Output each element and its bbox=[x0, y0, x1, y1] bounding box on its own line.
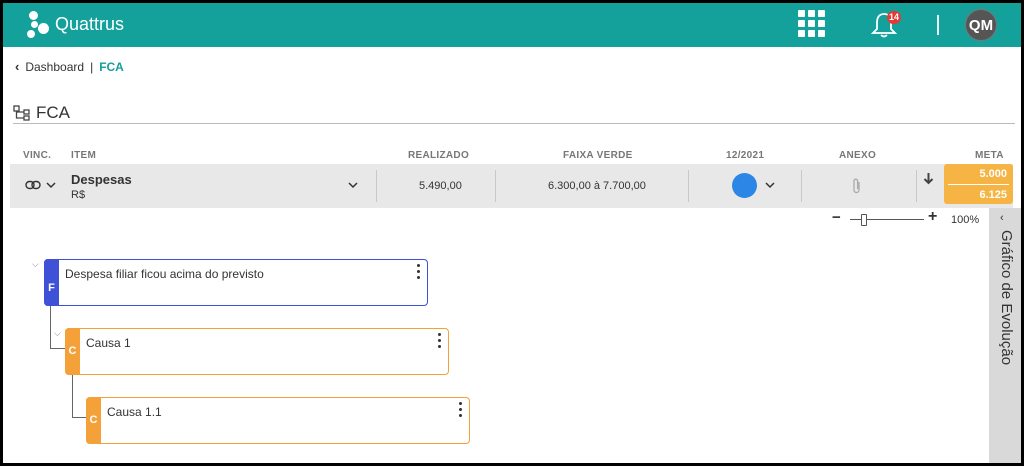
arrow-down-icon bbox=[923, 173, 934, 185]
node-tag: C bbox=[65, 328, 80, 375]
chevron-left-icon[interactable]: ‹ bbox=[15, 59, 19, 74]
quattrus-logo-icon[interactable] bbox=[27, 9, 51, 39]
column-header-realizado: REALIZADO bbox=[408, 150, 470, 161]
table-row[interactable]: Despesas R$ 5.490,00 6.300,00 à 7.700,00… bbox=[10, 164, 1013, 208]
chevron-down-icon[interactable] bbox=[46, 182, 56, 189]
tree-connector bbox=[50, 348, 66, 349]
meta-values: 5.000 6.125 bbox=[944, 164, 1013, 204]
page-title-text: FCA bbox=[36, 103, 70, 122]
chevron-down-icon[interactable] bbox=[348, 182, 358, 189]
item-name: Despesas bbox=[71, 172, 132, 187]
more-options-icon[interactable] bbox=[417, 263, 421, 279]
column-header-item: ITEM bbox=[71, 150, 97, 161]
brand-name: Quattrus bbox=[55, 14, 125, 34]
paperclip-icon[interactable] bbox=[852, 177, 862, 195]
zoom-out-button[interactable]: − bbox=[832, 209, 841, 226]
node-tag: F bbox=[44, 259, 59, 306]
node-text: Despesa filiar ficou acima do previsto bbox=[65, 267, 264, 281]
page-title: FCA bbox=[13, 103, 70, 123]
breadcrumb-home-link[interactable]: Dashboard bbox=[25, 60, 84, 74]
divider bbox=[376, 170, 377, 202]
app-window: Quattrus 14 QM ‹ Dashboard | FCA FCA VIN bbox=[3, 3, 1021, 463]
tree-node-cause[interactable]: C Causa 1 bbox=[65, 328, 449, 375]
item-unit: R$ bbox=[71, 189, 86, 201]
tree-node-fact[interactable]: F Despesa filiar ficou acima do previsto bbox=[44, 259, 428, 306]
divider bbox=[495, 170, 496, 202]
zoom-level: 100% bbox=[951, 214, 980, 226]
side-panel-label: Gráfico de Evolução bbox=[998, 230, 1015, 366]
node-tag: C bbox=[86, 397, 101, 444]
hierarchy-icon bbox=[13, 105, 30, 121]
column-header-meta: META bbox=[975, 150, 1004, 161]
breadcrumb-current: FCA bbox=[99, 59, 124, 74]
node-text: Causa 1.1 bbox=[107, 405, 162, 419]
evolution-chart-panel[interactable]: ‹ Gráfico de Evolução bbox=[989, 208, 1021, 463]
link-icon[interactable] bbox=[25, 180, 41, 190]
chevron-left-icon[interactable]: ‹ bbox=[1000, 212, 1004, 224]
faixa-verde-value: 6.300,00 à 7.700,00 bbox=[548, 180, 646, 192]
tree-node-cause[interactable]: C Causa 1.1 bbox=[86, 397, 470, 444]
node-text: Causa 1 bbox=[86, 336, 131, 350]
column-header-period: 12/2021 bbox=[726, 150, 765, 161]
apps-grid-icon[interactable] bbox=[798, 10, 826, 38]
meta-top-value: 5.000 bbox=[979, 168, 1007, 180]
zoom-in-button[interactable]: + bbox=[928, 208, 937, 226]
breadcrumb: ‹ Dashboard | FCA bbox=[15, 59, 124, 74]
collapse-caret-icon[interactable]: ⌵ bbox=[32, 259, 39, 270]
user-avatar[interactable]: QM bbox=[965, 9, 997, 41]
zoom-slider-handle[interactable] bbox=[861, 214, 867, 226]
divider bbox=[916, 170, 917, 202]
title-divider bbox=[13, 123, 1015, 124]
meta-bottom-value: 6.125 bbox=[979, 189, 1007, 201]
breadcrumb-separator: | bbox=[90, 59, 94, 74]
top-bar: Quattrus 14 QM bbox=[3, 3, 1021, 47]
column-header-anexo: ANEXO bbox=[839, 150, 877, 161]
column-header-faixa-verde: FAIXA VERDE bbox=[563, 150, 633, 161]
tree-connector bbox=[72, 375, 73, 418]
tree-connector bbox=[72, 417, 87, 418]
divider bbox=[937, 15, 939, 35]
status-indicator[interactable] bbox=[732, 173, 757, 198]
divider bbox=[801, 170, 802, 202]
divider bbox=[688, 170, 689, 202]
collapse-caret-icon[interactable]: ⌵ bbox=[54, 328, 61, 339]
notification-badge: 14 bbox=[887, 11, 902, 24]
more-options-icon[interactable] bbox=[459, 401, 463, 417]
more-options-icon[interactable] bbox=[438, 332, 442, 348]
realizado-value: 5.490,00 bbox=[419, 180, 462, 192]
column-header-vinc: VINC. bbox=[23, 150, 52, 161]
chevron-down-icon[interactable] bbox=[765, 182, 775, 189]
